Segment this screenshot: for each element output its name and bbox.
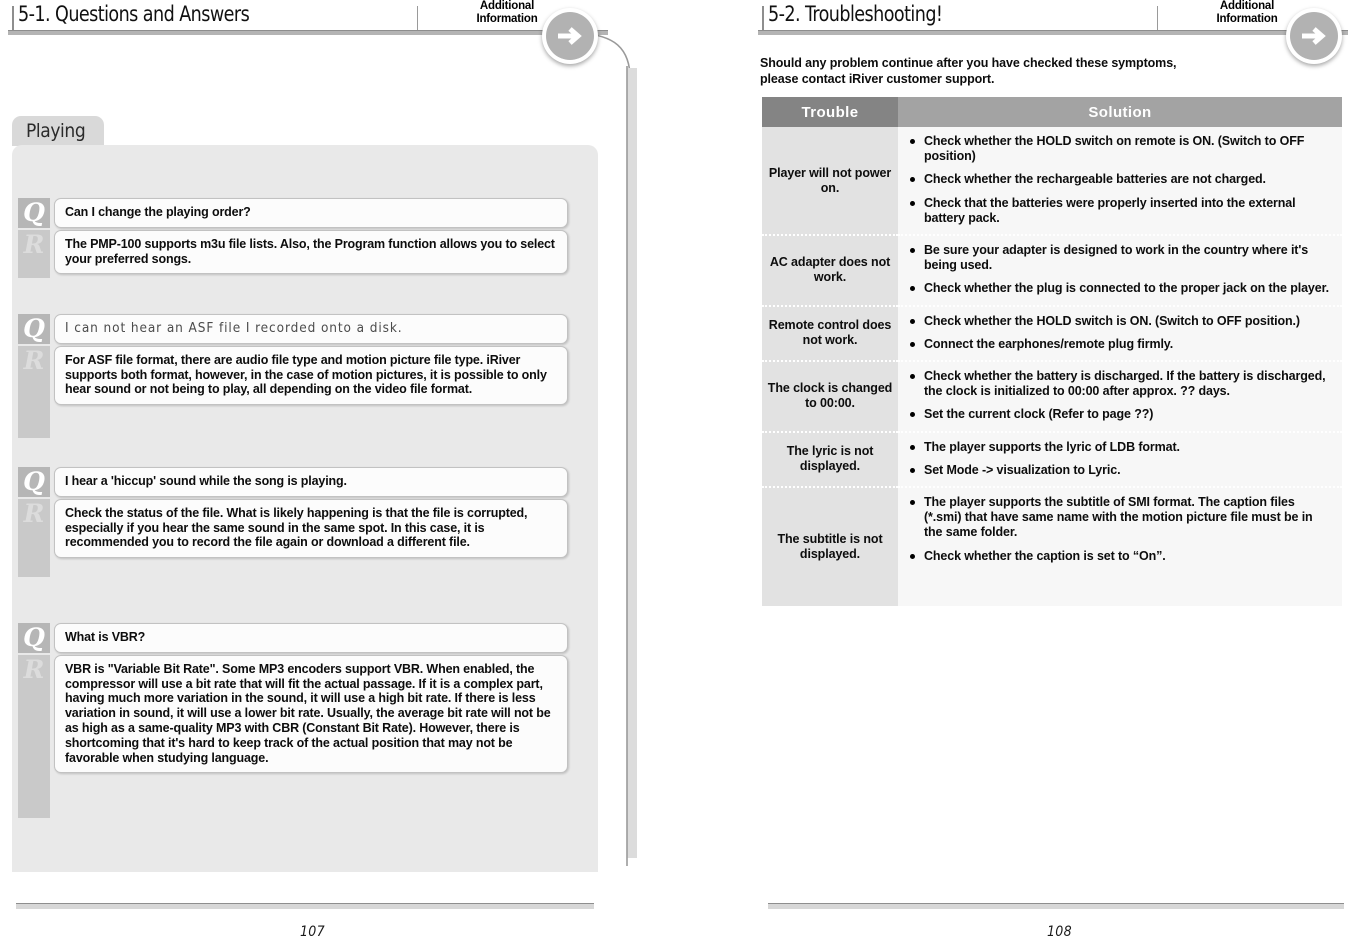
qa-block-2: Q I can not hear an ASF file I recorded … <box>18 314 568 438</box>
arrow-right-glyph <box>1302 27 1326 45</box>
answer-badge: R <box>18 654 50 818</box>
list-item: Check whether the rechargeable batteries… <box>908 172 1332 187</box>
list-item: Set Mode -> visualization to Lyric. <box>908 463 1332 478</box>
left-page: 5-1. Questions and Answers Additional In… <box>0 0 676 941</box>
trouble-cell: The subtitle is not displayed. <box>762 486 898 607</box>
column-header-solution: Solution <box>898 97 1342 127</box>
answer-badge: R <box>18 345 50 438</box>
question-row: Q Can I change the playing order? <box>18 198 568 228</box>
solution-list: Check whether the battery is discharged.… <box>908 369 1332 423</box>
answer-row: R The PMP-100 supports m3u file lists. A… <box>18 229 568 278</box>
arrow-right-circle-icon[interactable] <box>1286 8 1342 64</box>
qa-block-4: Q What is VBR? R VBR is "Variable Bit Ra… <box>18 623 568 818</box>
right-page: 5-2. Troubleshooting! Additional Informa… <box>676 0 1352 941</box>
solution-list: Be sure your adapter is designed to work… <box>908 243 1332 297</box>
column-header-trouble: Trouble <box>762 97 898 127</box>
header-divider <box>417 6 418 30</box>
trouble-cell: AC adapter does not work. <box>762 234 898 306</box>
table-row: The clock is changed to 00:00. Check whe… <box>762 360 1342 432</box>
section-tab-playing[interactable]: Playing <box>12 116 104 146</box>
list-item: Check whether the HOLD switch is ON. (Sw… <box>908 314 1332 329</box>
footer-rule <box>768 903 1344 909</box>
solution-cell: The player supports the subtitle of SMI … <box>898 486 1342 607</box>
list-item: Set the current clock (Refer to page ??) <box>908 407 1332 422</box>
answer-text: For ASF file format, there are audio fil… <box>54 345 568 406</box>
solution-cell: The player supports the lyric of LDB for… <box>898 430 1342 488</box>
question-badge: Q <box>18 467 50 497</box>
question-text: I can not hear an ASF file I recorded on… <box>54 314 568 344</box>
page-edge-line <box>626 66 628 866</box>
question-badge: Q <box>18 198 50 228</box>
troubleshooting-table: Trouble Solution Player will not power o… <box>762 97 1342 607</box>
solution-cell: Check whether the HOLD switch on remote … <box>898 127 1342 236</box>
list-item: Be sure your adapter is designed to work… <box>908 243 1332 273</box>
intro-line-1: Should any problem continue after you ha… <box>760 56 1177 70</box>
list-item: The player supports the lyric of LDB for… <box>908 440 1332 455</box>
header-rule <box>758 30 1348 35</box>
right-page-header: 5-2. Troubleshooting! Additional Informa… <box>756 0 1348 44</box>
solution-cell: Check whether the HOLD switch is ON. (Sw… <box>898 304 1342 362</box>
answer-text: Check the status of the file. What is li… <box>54 498 568 559</box>
table-row: AC adapter does not work. Be sure your a… <box>762 234 1342 306</box>
intro-line-2: please contact iRiver customer support. <box>760 71 995 86</box>
header-tick <box>762 6 764 30</box>
question-row: Q What is VBR? <box>18 623 568 653</box>
question-badge: Q <box>18 623 50 653</box>
trouble-cell: Remote control does not work. <box>762 304 898 362</box>
list-item: Check whether the caption is set to “On”… <box>908 549 1332 564</box>
solution-cell: Check whether the battery is discharged.… <box>898 360 1342 432</box>
header-divider <box>1157 6 1158 30</box>
table-row: The subtitle is not displayed. The playe… <box>762 486 1342 607</box>
answer-row: R VBR is "Variable Bit Rate". Some MP3 e… <box>18 654 568 818</box>
footer-rule <box>16 903 594 909</box>
solution-list: The player supports the lyric of LDB for… <box>908 440 1332 478</box>
qa-block-1: Q Can I change the playing order? R The … <box>18 198 568 278</box>
table-row: The lyric is not displayed. The player s… <box>762 430 1342 488</box>
list-item: The player supports the subtitle of SMI … <box>908 495 1332 541</box>
list-item: Check that the batteries were properly i… <box>908 196 1332 226</box>
header-tick <box>12 6 14 30</box>
answer-row: R For ASF file format, there are audio f… <box>18 345 568 438</box>
page-title: 5-2. Troubleshooting! <box>768 2 943 26</box>
page-number: 108 <box>1047 924 1072 940</box>
question-text: What is VBR? <box>54 623 568 653</box>
table-row: Player will not power on. Check whether … <box>762 127 1342 236</box>
trouble-cell: The clock is changed to 00:00. <box>762 360 898 432</box>
arrow-right-circle-icon[interactable] <box>542 8 598 64</box>
page-number: 107 <box>300 924 325 940</box>
arrow-right-glyph <box>558 27 582 45</box>
list-item: Check whether the battery is discharged.… <box>908 369 1332 399</box>
answer-text: The PMP-100 supports m3u file lists. Als… <box>54 229 568 275</box>
qa-block-3: Q I hear a 'hiccup' sound while the song… <box>18 467 568 577</box>
question-row: Q I can not hear an ASF file I recorded … <box>18 314 568 344</box>
table-row: Remote control does not work. Check whet… <box>762 304 1342 362</box>
trouble-cell: Player will not power on. <box>762 127 898 236</box>
question-badge: Q <box>18 314 50 344</box>
answer-badge: R <box>18 498 50 577</box>
page-title: 5-1. Questions and Answers <box>18 2 250 26</box>
left-page-header: 5-1. Questions and Answers Additional In… <box>6 0 608 44</box>
solution-list: Check whether the HOLD switch is ON. (Sw… <box>908 314 1332 352</box>
solution-cell: Be sure your adapter is designed to work… <box>898 234 1342 306</box>
question-row: Q I hear a 'hiccup' sound while the song… <box>18 467 568 497</box>
question-text: I hear a 'hiccup' sound while the song i… <box>54 467 568 497</box>
question-text: Can I change the playing order? <box>54 198 568 228</box>
answer-text: VBR is "Variable Bit Rate". Some MP3 enc… <box>54 654 568 774</box>
table-header-row: Trouble Solution <box>762 97 1342 127</box>
list-item: Connect the earphones/remote plug firmly… <box>908 337 1332 352</box>
trouble-cell: The lyric is not displayed. <box>762 430 898 488</box>
intro-text: Should any problem continue after you ha… <box>760 56 1177 87</box>
solution-list: Check whether the HOLD switch on remote … <box>908 134 1332 226</box>
list-item: Check whether the HOLD switch on remote … <box>908 134 1332 164</box>
solution-list: The player supports the subtitle of SMI … <box>908 495 1332 564</box>
answer-badge: R <box>18 229 50 278</box>
header-rule <box>8 30 608 35</box>
list-item: Check whether the plug is connected to t… <box>908 281 1332 296</box>
answer-row: R Check the status of the file. What is … <box>18 498 568 577</box>
